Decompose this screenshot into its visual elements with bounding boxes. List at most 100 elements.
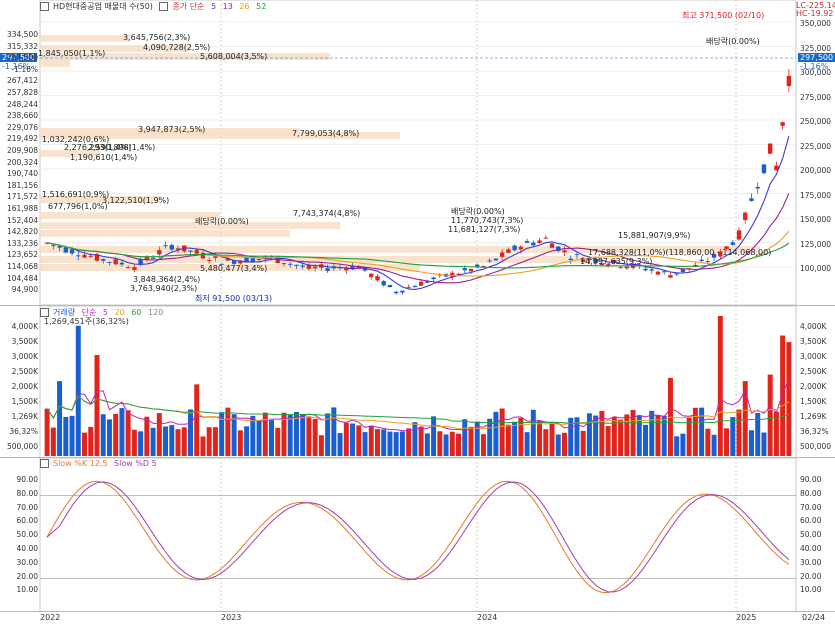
price-left-tick: 114,068 xyxy=(6,262,38,271)
volume-bar xyxy=(169,425,175,456)
x-label-2024: 2024 xyxy=(477,613,498,622)
volume-bar xyxy=(337,433,343,456)
volume-left-tick: 500,000 xyxy=(6,442,38,451)
volume-bar xyxy=(250,415,256,456)
volume-bar xyxy=(113,413,119,456)
candle-body xyxy=(668,275,673,278)
candle-body xyxy=(394,291,399,294)
price-left-tick: 229,076 xyxy=(6,122,38,132)
volume-bar xyxy=(449,431,455,456)
volume-bar xyxy=(356,425,362,456)
candle-body xyxy=(119,262,125,265)
checkbox-icon[interactable] xyxy=(40,2,49,11)
price-left-tick: 142,820 xyxy=(6,227,38,237)
candle-body xyxy=(786,75,792,87)
volume-bar xyxy=(618,419,624,456)
volume-bar xyxy=(406,428,412,456)
volume-bar xyxy=(231,414,237,456)
candle-body xyxy=(736,230,742,240)
stoch-right-tick: 80.00 xyxy=(800,488,822,498)
volume-right-tick: 1,500K xyxy=(800,397,827,406)
volume-bar xyxy=(287,414,293,456)
volume-profile-label: 1,190,610(1,4%) xyxy=(70,153,138,162)
candle-body xyxy=(107,262,112,264)
volume-profile-label: 17,688,328(11,0%)(118,860,00 - 114,068,0… xyxy=(588,248,772,257)
volume-bar xyxy=(780,335,786,456)
volume-bar xyxy=(106,419,112,456)
volume-bar xyxy=(661,415,667,456)
stochastic-chart-pane[interactable]: Slow %K 12,5 Slow %D 5 90.00 80.00 70.00 60… xyxy=(0,457,835,612)
price-left-tick: -1.16% xyxy=(11,64,38,74)
volume-left-tick: 2,000K xyxy=(11,382,38,391)
volume-left-tick: 4,000K xyxy=(11,322,38,331)
volume-bar xyxy=(767,374,773,456)
checkbox-icon[interactable] xyxy=(40,308,49,317)
price-left-tick: 123,652 xyxy=(6,250,38,260)
ma-period-13: 13 xyxy=(222,2,233,11)
volume-profile-label: 3,947,873(2,5%) xyxy=(138,125,206,134)
volume-profile-label: 3,645,756(2,3%) xyxy=(123,33,191,42)
volume-left-tick: 36,32% xyxy=(9,427,38,436)
price-left-tick: 238,660 xyxy=(6,111,38,121)
volume-left-tick: 1,500K xyxy=(11,397,38,406)
volume-chart[interactable] xyxy=(0,306,835,458)
volume-bar xyxy=(275,427,281,456)
volume-bar xyxy=(705,428,711,456)
volume-bar xyxy=(368,425,374,456)
volume-chart-pane[interactable]: 거래량 단순 5 20 60 120 1,269,451주(36,32%) 4,… xyxy=(0,305,835,458)
volume-bar xyxy=(580,430,586,456)
volume-bar xyxy=(624,414,630,456)
price-chart-pane[interactable]: HD현대중공업 매물대 수(50) 종가 단순 5 13 26 52 LC-22… xyxy=(0,0,835,305)
volume-bar xyxy=(206,427,212,456)
volume-profile-label: 4,090,728(2,5%) xyxy=(143,43,211,52)
candle-body xyxy=(699,259,704,261)
volume-bar xyxy=(505,424,511,456)
volume-bar xyxy=(555,434,561,456)
candle-body xyxy=(662,271,667,273)
candle-body xyxy=(188,250,193,252)
vol-ma-20: 20 xyxy=(114,308,125,317)
candle-body xyxy=(743,212,748,221)
volume-profile-label: 7,743,374(4,8%) xyxy=(293,209,361,218)
volume-bar xyxy=(586,413,592,456)
volume-bar xyxy=(786,342,792,456)
stochastic-legend: Slow %K 12,5 Slow %D 5 xyxy=(40,459,161,468)
candle-body xyxy=(200,252,206,259)
candle-body xyxy=(69,249,75,254)
price-right-tick: 100,000 xyxy=(800,264,832,273)
price-right-tick: 225,000 xyxy=(800,141,832,151)
volume-bar xyxy=(412,422,418,456)
candle-body xyxy=(57,246,62,248)
candle-body xyxy=(150,257,156,259)
stochastic-chart[interactable] xyxy=(0,458,835,612)
stoch-right-tick: 10.00 xyxy=(800,585,822,595)
volume-bar xyxy=(150,427,156,456)
price-left-tick: 315,332 xyxy=(6,41,38,51)
stoch-right-tick: 50.00 xyxy=(800,530,822,540)
volume-bar xyxy=(649,410,655,456)
candle-body xyxy=(213,256,218,258)
candle-body xyxy=(431,277,436,280)
volume-bar xyxy=(256,420,262,456)
price-left-tick: 334,500 xyxy=(6,30,38,39)
volume-bar xyxy=(443,434,449,456)
volume-bar xyxy=(57,381,63,456)
checkbox-icon[interactable] xyxy=(159,2,169,11)
stock-title: HD현대중공업 매물대 수(50) xyxy=(53,2,153,11)
candle-body xyxy=(618,267,623,269)
price-left-tick: 219,492 xyxy=(6,134,38,144)
candle-body xyxy=(506,249,511,253)
volume-bar xyxy=(225,407,231,456)
candle-body xyxy=(194,250,199,254)
volume-bar xyxy=(730,417,736,456)
checkbox-icon[interactable] xyxy=(40,459,49,468)
volume-bar xyxy=(674,436,680,456)
slow-k-label: Slow %K 12,5 xyxy=(53,459,108,468)
volume-bar xyxy=(680,433,686,456)
volume-bar xyxy=(300,414,306,456)
candle-body xyxy=(207,260,212,262)
price-right-tick: 175,000 xyxy=(800,190,832,200)
candle-body xyxy=(312,266,318,269)
candle-body xyxy=(493,258,499,261)
volume-profile-label: 3,848,364(2,4%) xyxy=(133,275,201,284)
